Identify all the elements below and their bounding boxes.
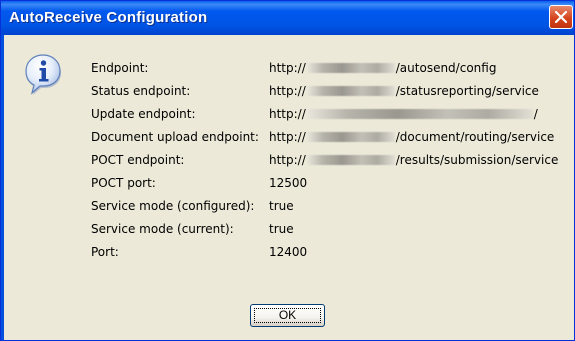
endpoint-value: http:// /autosend/config: [269, 61, 496, 75]
document-upload-endpoint-label: Document upload endpoint:: [91, 130, 259, 144]
redacted-host: [306, 63, 395, 73]
endpoint-value-suffix: /autosend/config: [395, 61, 497, 75]
title-bar[interactable]: AutoReceive Configuration: [1, 1, 574, 35]
status-endpoint-label: Status endpoint:: [91, 84, 191, 98]
port-value: 12400: [269, 245, 308, 259]
status-endpoint-value: http:// /statusreporting/service: [269, 84, 539, 98]
close-button[interactable]: [549, 5, 573, 29]
status-endpoint-value-prefix: http://: [269, 84, 306, 98]
service-mode-current-value: true: [269, 222, 294, 236]
update-endpoint-value: http:// /: [269, 107, 538, 121]
document-upload-endpoint-value: http:// /document/routing/service: [269, 130, 554, 144]
poct-port-label: POCT port:: [91, 176, 156, 190]
endpoint-value-prefix: http://: [269, 61, 306, 75]
window-frame-left: [1, 35, 4, 340]
poct-endpoint-value: http:// /results/submission/service: [269, 153, 558, 167]
poct-endpoint-value-suffix: /results/submission/service: [395, 153, 559, 167]
update-endpoint-value-suffix: /: [533, 107, 538, 121]
port-label: Port:: [91, 245, 119, 259]
service-mode-configured-label: Service mode (configured):: [91, 199, 255, 213]
ok-button[interactable]: OK: [250, 304, 325, 327]
dialog-title: AutoReceive Configuration: [9, 9, 208, 26]
info-icon: [24, 54, 68, 102]
redacted-host: [306, 155, 395, 165]
dialog-window: AutoReceive Configuration Endpoint: http…: [0, 0, 575, 341]
poct-endpoint-label: POCT endpoint:: [91, 153, 185, 167]
update-endpoint-label: Update endpoint:: [91, 107, 196, 121]
document-upload-endpoint-value-suffix: /document/routing/service: [395, 130, 555, 144]
status-endpoint-value-suffix: /statusreporting/service: [395, 84, 539, 98]
poct-port-value: 12500: [269, 176, 308, 190]
update-endpoint-value-prefix: http://: [269, 107, 306, 121]
service-mode-current-label: Service mode (current):: [91, 222, 234, 236]
focus-rectangle: [254, 308, 321, 323]
service-mode-configured-value: true: [269, 199, 294, 213]
poct-endpoint-value-prefix: http://: [269, 153, 306, 167]
document-upload-endpoint-value-prefix: http://: [269, 130, 306, 144]
endpoint-label: Endpoint:: [91, 61, 149, 75]
redacted-host: [306, 109, 533, 119]
redacted-host: [306, 132, 395, 142]
redacted-host: [306, 86, 395, 96]
close-icon: [555, 11, 567, 23]
